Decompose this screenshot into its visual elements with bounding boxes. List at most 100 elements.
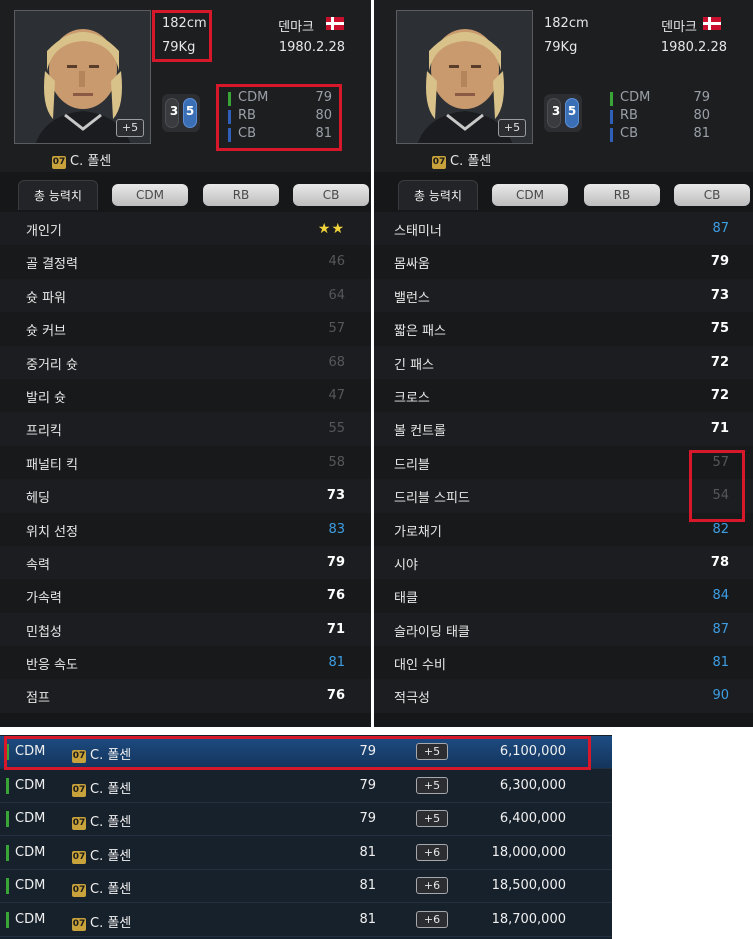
country-text: 덴마크	[278, 20, 314, 35]
stat-value: 76	[326, 588, 345, 604]
season-badge: 07	[72, 917, 86, 931]
market-overall: 79	[359, 777, 376, 793]
market-overall: 79	[359, 811, 376, 826]
market-row[interactable]: CDM 07 C. 폴센 81 +6 18,000,000	[0, 837, 612, 870]
season-badge: 07	[72, 850, 86, 864]
position-row-cdm: CDM 79	[610, 90, 710, 108]
stat-row: 반응 속도 81	[0, 646, 371, 680]
tab-cdm[interactable]: CDM	[112, 184, 188, 206]
season-badge: 07	[52, 156, 66, 169]
position-color-bar	[6, 911, 9, 928]
stat-value: 79	[326, 554, 345, 570]
tab-cb[interactable]: CB	[293, 184, 369, 206]
market-overall: 81	[359, 844, 376, 860]
highlight-box-body	[152, 10, 212, 62]
stat-label: 민첩성	[26, 624, 62, 640]
stat-value: 71	[326, 621, 345, 637]
tab-overall[interactable]: 총 능력치	[18, 180, 98, 210]
position-color-bar	[6, 811, 9, 827]
stat-row: 몸싸움 79	[374, 245, 753, 279]
stat-label: 대인 수비	[394, 658, 446, 674]
ability-tabs: 총 능력치 CDM RB CB	[374, 178, 753, 212]
market-price: 18,000,000	[491, 844, 566, 860]
stat-row: 스태미너 87	[374, 212, 753, 246]
stat-row: 위치 선정 83	[0, 512, 371, 546]
stat-row: 대인 수비 81	[374, 646, 753, 680]
stat-row: 패널티 킥 58	[0, 445, 371, 480]
stat-label: 긴 패스	[394, 357, 435, 373]
season-badge: 07	[72, 884, 86, 897]
position-color-bar	[6, 878, 9, 894]
height-text: 182cm	[544, 16, 589, 31]
market-price: 18,700,000	[491, 911, 566, 927]
tab-rb[interactable]: RB	[584, 184, 660, 206]
stat-row: 긴 패스 72	[374, 345, 753, 379]
market-price: 6,400,000	[499, 811, 566, 826]
stat-label: 짧은 패스	[394, 324, 446, 340]
market-position: CDM	[15, 878, 46, 893]
stat-label: 슛 커브	[26, 324, 67, 340]
market-player-name: 07 C. 폴센	[72, 815, 132, 830]
stat-label: 크로스	[394, 390, 430, 406]
player-header: +5 182cm 79Kg 덴마크 1980.2.28 3 5 CDM 79 R…	[374, 0, 753, 172]
stat-label: 밸런스	[394, 290, 430, 306]
stat-row: 헤딩 73	[0, 479, 371, 513]
season-badge: 07	[72, 783, 86, 797]
stat-value: 73	[326, 488, 345, 504]
stat-label: 적극성	[394, 691, 430, 707]
stat-value: 68	[328, 354, 345, 370]
tab-overall[interactable]: 총 능력치	[398, 180, 478, 210]
stat-label: 헤딩	[26, 491, 50, 507]
stat-label: 점프	[26, 691, 50, 707]
stat-value: 84	[712, 588, 729, 604]
stat-value: 64	[328, 287, 345, 303]
tab-cdm[interactable]: CDM	[492, 184, 568, 206]
denmark-flag-icon	[703, 17, 721, 30]
market-row[interactable]: CDM 07 C. 폴센 81 +6 18,700,000	[0, 904, 612, 937]
enhance-badge: +6	[416, 877, 448, 894]
stat-value: 71	[710, 421, 729, 437]
stat-row: 발리 슛 47	[0, 378, 371, 413]
market-row[interactable]: CDM 07 C. 폴센 81 +6 18,500,000	[0, 870, 612, 903]
stat-row: 속력 79	[0, 545, 371, 580]
stat-value: 76	[326, 688, 345, 704]
denmark-flag-icon	[326, 17, 344, 30]
stat-value: 90	[712, 688, 729, 704]
stat-label: 발리 슛	[26, 390, 67, 406]
ability-tabs: 총 능력치 CDM RB CB	[0, 178, 371, 212]
stat-value: 57	[328, 321, 345, 337]
stat-row: 짧은 패스 75	[374, 312, 753, 346]
stat-row: 태클 84	[374, 579, 753, 613]
market-price: 18,500,000	[491, 878, 566, 893]
weak-foot-icon: 3 5	[544, 94, 582, 132]
stat-label: 볼 컨트롤	[394, 424, 446, 440]
stat-value: 82	[712, 521, 729, 537]
stat-label: 스태미너	[394, 224, 442, 239]
market-player-name: 07 C. 폴센	[72, 781, 132, 797]
tab-cb[interactable]: CB	[674, 184, 750, 206]
stat-row: 개인기 ★★	[0, 212, 371, 246]
season-badge: 07	[72, 817, 86, 830]
stat-row: 크로스 72	[374, 378, 753, 413]
stat-label: 드리블 스피드	[394, 491, 470, 507]
stat-label: 속력	[26, 557, 50, 573]
market-row[interactable]: CDM 07 C. 폴센 79 +5 6,300,000	[0, 770, 612, 803]
market-position: CDM	[15, 777, 46, 793]
stat-label: 반응 속도	[26, 658, 78, 674]
stat-value: 87	[712, 621, 729, 637]
stat-row: 프리킥 55	[0, 412, 371, 446]
photo-boost-badge: +5	[498, 119, 526, 137]
market-price: 6,300,000	[499, 777, 566, 793]
stat-value: 75	[710, 321, 729, 337]
tab-rb[interactable]: RB	[203, 184, 279, 206]
player-card-left: +5 182cm 79Kg 덴마크 1980.2.28 3 5 CDM 79 R…	[0, 0, 371, 727]
market-row[interactable]: CDM 07 C. 폴센 79 +5 6,400,000	[0, 803, 612, 836]
market-position: CDM	[15, 811, 46, 826]
stat-label: 패널티 킥	[26, 457, 78, 473]
stat-value: 81	[328, 655, 345, 671]
stat-label: 태클	[394, 591, 418, 607]
country-text: 덴마크	[661, 20, 697, 35]
stat-value: 87	[712, 221, 729, 236]
stat-label: 슬라이딩 태클	[394, 624, 470, 640]
stat-row: 가속력 76	[0, 579, 371, 613]
